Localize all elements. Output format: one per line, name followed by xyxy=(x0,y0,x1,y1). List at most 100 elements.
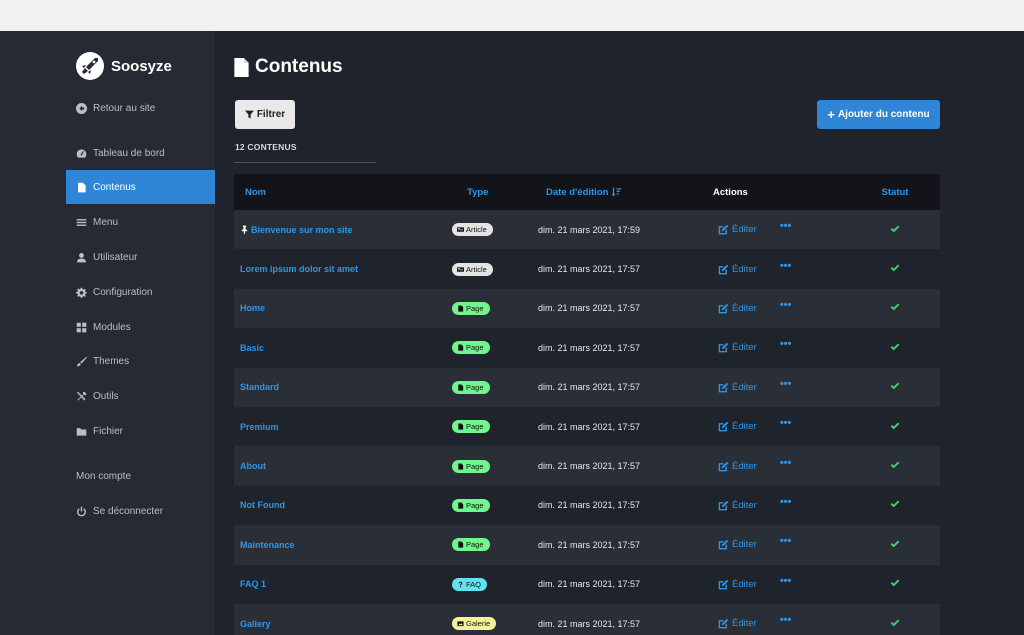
file-icon xyxy=(458,462,464,470)
edit-date: dim. 21 mars 2021, 17:57 xyxy=(538,579,641,590)
table-row: Home Page dim. 21 mars 2021, 17:57 Éditer ••… xyxy=(234,288,940,329)
edit-link[interactable]: Éditer xyxy=(718,382,757,393)
table-row: Bienvenue sur mon site Article dim. 21 mar… xyxy=(234,210,940,250)
content-name-link[interactable]: Standard xyxy=(234,382,445,392)
pin-icon xyxy=(241,225,248,235)
content-name-link[interactable]: Not Found xyxy=(234,500,445,510)
sort-desc-icon xyxy=(612,187,622,197)
content-name-link[interactable]: About xyxy=(234,461,445,471)
content-name-link[interactable]: Maintenance xyxy=(234,540,445,550)
sidebar-item-tools[interactable]: Outils xyxy=(66,379,215,413)
content-type-cell: Article xyxy=(445,262,531,276)
edit-link[interactable]: Éditer xyxy=(718,264,757,275)
sidebar-item-contents[interactable]: Contenus xyxy=(66,170,215,204)
check-icon xyxy=(890,460,900,472)
edit-link[interactable]: Éditer xyxy=(718,303,757,314)
sidebar-item-user[interactable]: Utilisateur xyxy=(66,240,215,274)
filter-button[interactable]: Filtrer xyxy=(235,100,295,129)
edit-link[interactable]: Éditer xyxy=(718,342,757,353)
column-header-name[interactable]: Nom xyxy=(234,187,445,198)
edit-date: dim. 21 mars 2021, 17:57 xyxy=(538,618,641,629)
more-actions-button[interactable]: ••• xyxy=(780,378,792,390)
count-divider xyxy=(234,162,376,163)
column-header-status[interactable]: Statut xyxy=(847,187,940,198)
edit-label: Éditer xyxy=(732,302,757,314)
content-name: Lorem ipsum dolor sit amet xyxy=(240,264,359,275)
add-content-button[interactable]: + Ajouter du contenu xyxy=(817,100,940,129)
status-cell xyxy=(847,224,940,236)
logo[interactable]: Soosyze xyxy=(76,52,172,80)
content-name-link[interactable]: Gallery xyxy=(234,619,445,629)
file-icon xyxy=(458,344,464,351)
more-actions-button[interactable]: ••• xyxy=(780,536,792,547)
bars-icon xyxy=(76,218,87,226)
sidebar-item-back-to-site[interactable]: Retour au site xyxy=(66,91,215,125)
sidebar-item-modules[interactable]: Modules xyxy=(66,310,215,344)
content-name-link[interactable]: Lorem ipsum dolor sit amet xyxy=(234,264,445,274)
page-title-text: Contenus xyxy=(255,56,343,77)
type-badge-label: Page xyxy=(466,382,484,392)
filter-icon xyxy=(244,110,254,119)
folder-icon xyxy=(76,427,87,436)
edit-icon xyxy=(718,343,729,353)
filter-button-label: Filtrer xyxy=(256,109,286,120)
column-header-type[interactable]: Type xyxy=(445,187,531,198)
content-type-cell: FAQ xyxy=(445,577,531,591)
more-actions-button[interactable]: ••• xyxy=(780,260,792,272)
edit-link[interactable]: Éditer xyxy=(718,539,757,550)
status-cell xyxy=(847,381,940,393)
sidebar-item-logout[interactable]: Se déconnecter xyxy=(66,494,215,528)
edit-link[interactable]: Éditer xyxy=(718,224,757,235)
actions-cell: Éditer ••• xyxy=(707,615,847,629)
content-name-link[interactable]: Home xyxy=(234,303,445,313)
edit-link[interactable]: Éditer xyxy=(718,421,757,432)
sidebar-item-themes[interactable]: Themes xyxy=(66,344,215,378)
sidebar-item-my-account[interactable]: Mon compte xyxy=(66,459,215,493)
more-actions-button[interactable]: ••• xyxy=(780,496,792,508)
table-row: Lorem ipsum dolor sit amet Article dim. 21… xyxy=(234,249,940,289)
actions-cell: Éditer ••• xyxy=(707,378,847,393)
more-actions-button[interactable]: ••• xyxy=(780,418,792,429)
content-name-link[interactable]: Basic xyxy=(234,343,445,353)
table-row: Not Found Page dim. 21 mars 2021, 17:57 Édi… xyxy=(234,485,940,526)
content-name-link[interactable]: Premium xyxy=(234,422,445,432)
page-title: Contenus xyxy=(234,56,343,78)
edit-link[interactable]: Éditer xyxy=(718,579,757,590)
more-actions-button[interactable]: ••• xyxy=(780,575,792,587)
more-actions-button[interactable]: ••• xyxy=(780,457,792,469)
content-type-cell: Page xyxy=(445,459,531,473)
sidebar-item-label: Outils xyxy=(93,390,119,402)
check-icon xyxy=(890,421,900,433)
sidebar-item-files[interactable]: Fichier xyxy=(66,414,215,448)
type-badge: Page xyxy=(452,498,490,512)
more-actions-button[interactable]: ••• xyxy=(780,221,792,232)
paint-brush-icon xyxy=(76,356,87,366)
edit-label: Éditer xyxy=(732,578,757,590)
edit-icon xyxy=(718,579,729,590)
column-header-date[interactable]: Date d'édition xyxy=(531,187,707,198)
plus-icon: + xyxy=(827,107,835,122)
content-name-link[interactable]: Bienvenue sur mon site xyxy=(234,225,445,235)
sidebar-item-dashboard[interactable]: Tableau de bord xyxy=(66,136,215,170)
sidebar-item-menu[interactable]: Menu xyxy=(66,205,215,239)
actions-cell: Éditer ••• xyxy=(707,299,847,314)
cog-icon xyxy=(76,287,87,298)
table-row: Premium Page dim. 21 mars 2021, 17:57 Édite… xyxy=(234,406,940,447)
edit-link[interactable]: Éditer xyxy=(718,618,757,629)
edit-icon xyxy=(718,421,729,432)
actions-cell: Éditer ••• xyxy=(707,221,847,235)
rocket-logo-icon xyxy=(76,52,104,80)
edit-icon xyxy=(718,540,729,550)
sidebar-item-label: Menu xyxy=(93,216,119,228)
more-actions-button[interactable]: ••• xyxy=(780,339,792,350)
type-badge: Page xyxy=(452,380,490,394)
edit-link[interactable]: Éditer xyxy=(718,500,757,511)
status-cell xyxy=(847,618,940,630)
content-name-link[interactable]: FAQ 1 xyxy=(234,579,445,589)
type-badge-label: Galerie xyxy=(466,619,491,629)
sidebar-item-configuration[interactable]: Configuration xyxy=(66,275,215,309)
more-actions-button[interactable]: ••• xyxy=(780,615,792,626)
status-cell xyxy=(847,421,940,433)
edit-link[interactable]: Éditer xyxy=(718,461,757,472)
more-actions-button[interactable]: ••• xyxy=(780,299,792,311)
